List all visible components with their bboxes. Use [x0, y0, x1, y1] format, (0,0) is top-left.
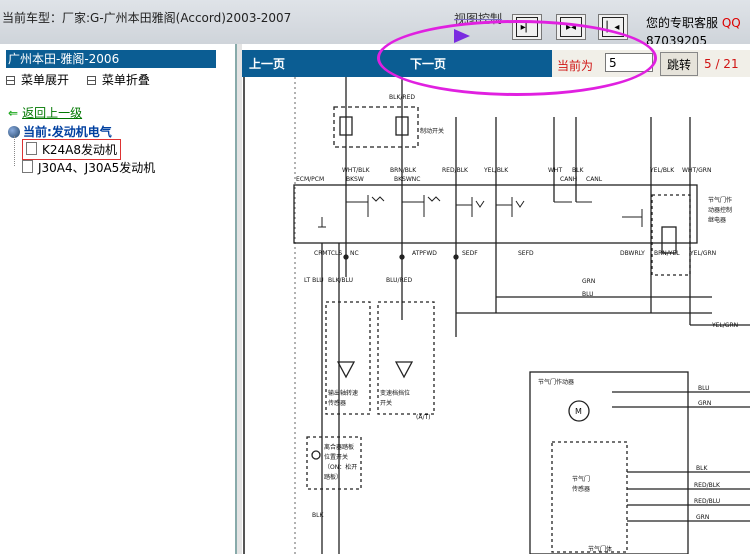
play-arrow-icon[interactable] — [454, 29, 470, 43]
current-category-label: 当前:发动机电气 — [23, 125, 112, 139]
wiring-diagram[interactable]: BLK/RED 制动开关 WHT/BLK BRN/BLK RED/BLK YEL… — [242, 77, 750, 554]
label-canh: CANH — [560, 176, 577, 183]
tree-connector — [14, 136, 16, 166]
page-number-input[interactable] — [605, 53, 653, 72]
next-page-button[interactable]: 下一页 — [410, 55, 446, 72]
label-tp-sensor-2: 传感器 — [572, 485, 590, 493]
label-range-switch-1: 变速档挡位 — [380, 389, 410, 397]
document-viewer: 上一页 下一页 当前为 跳转 5 / 21 — [242, 44, 750, 554]
fit-page-button[interactable]: ▏◂ — [598, 14, 628, 40]
tree-item-label: K24A8发动机 — [42, 143, 117, 157]
label-clutch-2: 位置开关 — [324, 453, 348, 461]
menu-expand-button[interactable]: 菜单展开 — [6, 73, 69, 87]
label-blk-red: BLK/RED — [389, 94, 415, 101]
label-clutch-1: 离合器踏板 — [324, 443, 354, 451]
label-brn-blk: BRN/BLK — [390, 167, 417, 174]
label-blu2: BLU — [698, 385, 710, 392]
document-icon — [26, 142, 37, 155]
current-page-label: 当前为 — [557, 59, 594, 73]
tree-item-k24a8[interactable]: K24A8发动机 — [22, 139, 121, 160]
fit-both-icon: ▸◂ — [560, 17, 582, 37]
label-throttle-body: 节气门体 — [588, 545, 612, 553]
label-output-sensor-2: 传感器 — [328, 399, 346, 407]
label-relay-3: 继电器 — [708, 216, 726, 224]
label-blu: BLU — [582, 291, 594, 298]
service-label: 您的专职客服 — [646, 16, 719, 30]
label-actuator: 节气门作动器 — [538, 378, 574, 386]
fit-page-icon: ▏◂ — [602, 17, 624, 37]
label-yel-blk: YEL/BLK — [483, 167, 509, 174]
label-grn3: GRN — [696, 514, 709, 521]
label-bksw: BKSW — [346, 176, 364, 183]
current-category: 当前:发动机电气 — [8, 123, 112, 140]
collapse-icon — [86, 76, 96, 85]
page-count: 5 / 21 — [704, 57, 739, 71]
label-brn-yel: BRN/YEL — [654, 250, 680, 257]
label-red-blu: RED/BLU — [694, 498, 720, 505]
tree-item-j30a4[interactable]: J30A4、J30A5发动机 — [22, 159, 155, 176]
label-relay-2: 动器控制 — [708, 206, 732, 214]
menu-toggle-row: 菜单展开 菜单折叠 — [6, 71, 164, 88]
label-relay-1: 节气门作 — [708, 196, 732, 204]
label-at: (A/T) — [416, 414, 430, 421]
label-bkswnc: BKSWNC — [394, 176, 420, 183]
label-sefd: SEFD — [518, 250, 534, 257]
label-grn2: GRN — [698, 400, 711, 407]
expand-icon — [6, 76, 15, 85]
label-m: M — [575, 407, 582, 416]
label-range-switch-2: 开关 — [380, 399, 392, 407]
label-yel-grn2: YEL/GRN — [711, 322, 738, 329]
jump-button[interactable]: 跳转 — [660, 52, 698, 76]
back-label: 返回上一级 — [22, 106, 83, 120]
sidebar-header: 广州本田-雅阁-2006 — [6, 50, 216, 68]
label-wht-blk: WHT/BLK — [342, 167, 371, 174]
label-crmtcls: CRMTCLS — [314, 250, 342, 257]
label-sedf: SEDF — [462, 250, 478, 257]
label-clutch-4: 踏板） — [324, 473, 342, 481]
service-qq-link[interactable]: QQ — [722, 16, 741, 30]
label-output-sensor-1: 输出轴转速 — [328, 389, 358, 397]
menu-expand-label: 菜单展开 — [21, 73, 70, 87]
label-blu-red: BLU/RED — [386, 277, 413, 284]
menu-collapse-button[interactable]: 菜单折叠 — [86, 73, 150, 87]
prev-page-button[interactable]: 上一页 — [249, 55, 285, 72]
page-jump-control: 当前为 跳转 5 / 21 — [552, 50, 750, 77]
label-yel-blk2: YEL/BLK — [649, 167, 675, 174]
fit-both-button[interactable]: ▸◂ — [556, 14, 586, 40]
sidebar: 广州本田-雅阁-2006 菜单展开 菜单折叠 ⇐ 返回上一级 当前:发动机电气 K… — [0, 44, 237, 554]
fit-width-icon: ▸▏ — [516, 17, 538, 37]
label-blk3: BLK — [312, 512, 324, 519]
label-wht: WHT — [548, 167, 562, 174]
label-clutch-3: （ON：松开 — [324, 463, 357, 471]
label-grn: GRN — [582, 278, 595, 285]
back-arrow-icon: ⇐ — [8, 106, 19, 120]
label-blk2: BLK — [696, 465, 708, 472]
label-blk-blu: BLK/BLU — [328, 277, 353, 284]
document-icon — [22, 160, 33, 173]
label-red-blk2: RED/BLK — [694, 482, 721, 489]
label-lt-blu: LT BLU — [304, 277, 324, 284]
top-bar: 当前车型：厂家:G-广州本田雅阁(Accord)2003-2007 视图控制 ▸… — [0, 0, 750, 48]
label-dbwrly: DBWRLY — [620, 250, 645, 257]
back-link[interactable]: ⇐ 返回上一级 — [8, 104, 82, 121]
fit-width-button[interactable]: ▸▏ — [512, 14, 542, 40]
tree-item-label: J30A4、J30A5发动机 — [38, 161, 156, 175]
service-info: 您的专职客服 QQ — [646, 14, 741, 31]
label-ecm-pcm: ECM/PCM — [296, 176, 324, 183]
label-nc: NC — [350, 250, 359, 257]
label-wht-grn: WHT/GRN — [682, 167, 711, 174]
menu-collapse-label: 菜单折叠 — [101, 73, 150, 87]
label-atpfwd: ATPFWD — [412, 250, 437, 257]
label-blk: BLK — [572, 167, 584, 174]
vehicle-title: 当前车型：厂家:G-广州本田雅阁(Accord)2003-2007 — [2, 11, 292, 25]
label-tp-sensor-1: 节气门 — [572, 475, 590, 483]
label-canl: CANL — [586, 176, 603, 183]
label-brake-switch: 制动开关 — [420, 127, 444, 135]
label-red-blk: RED/BLK — [442, 167, 469, 174]
view-control-label: 视图控制 — [454, 12, 503, 26]
label-yel-grn: YEL/GRN — [689, 250, 716, 257]
